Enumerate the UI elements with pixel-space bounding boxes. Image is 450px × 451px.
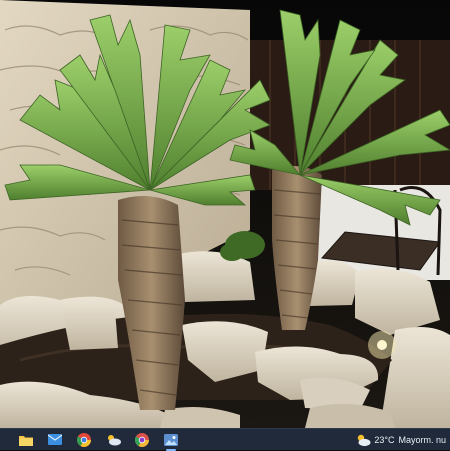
file-explorer-icon[interactable] xyxy=(16,430,36,450)
mail-icon[interactable] xyxy=(45,430,65,450)
weather-app-icon[interactable] xyxy=(103,430,123,450)
weather-condition[interactable]: Mayorm. nu xyxy=(398,435,446,445)
chrome-profile-icon[interactable] xyxy=(132,430,152,450)
partly-cloudy-icon xyxy=(358,434,371,446)
photos-icon[interactable] xyxy=(161,430,181,451)
system-tray: 23°C Mayorm. nu xyxy=(355,429,450,450)
photo-viewer-image xyxy=(0,0,450,428)
weather-temperature[interactable]: 23°C xyxy=(374,435,394,445)
chrome-icon[interactable] xyxy=(74,430,94,450)
taskbar-app-list xyxy=(16,429,190,451)
windows-taskbar: 23°C Mayorm. nu xyxy=(0,428,450,451)
